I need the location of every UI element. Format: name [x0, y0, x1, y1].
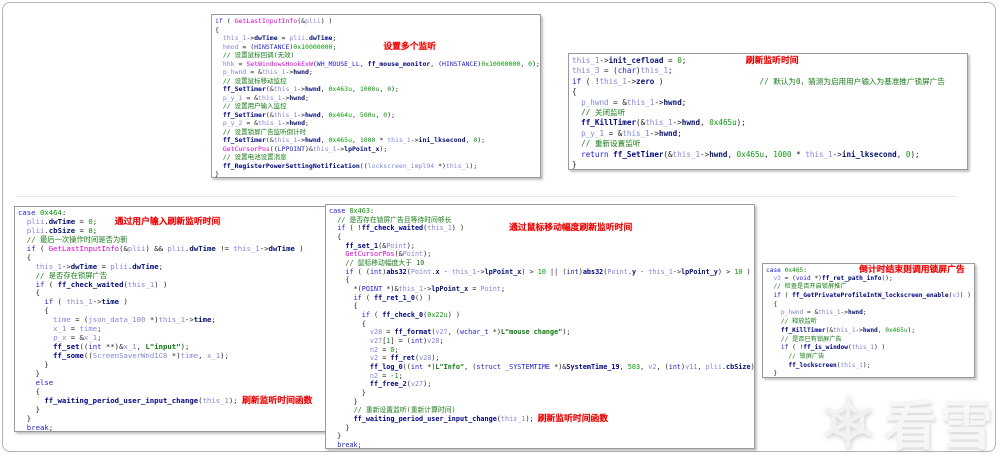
snowflake-icon: [820, 394, 876, 450]
code-box-setup-listeners: if ( GetLastInputInfo(&plii) ){ this_1->…: [211, 14, 541, 178]
stitch-seam-line: [16, 196, 956, 197]
code-box-case-0x464: case 0x464: plii.dwTime = 0; 通过用户输入刷新监听时…: [14, 206, 330, 432]
code-box-refresh-listen-time: this_1->init_cefload = 0; 刷新监听时间this_3 =…: [568, 53, 968, 170]
kanxue-watermark: 看雪: [820, 384, 996, 460]
code-box-case-0x463: case 0x463: // 是否存在锁屏广告且等待时间够长 if ( !ff_…: [325, 204, 755, 449]
code-box-case-0x465: case 0x465: 倒计时结束则调用锁屏广告 v3 = (void *)ff…: [762, 263, 975, 378]
watermark-text: 看雪: [884, 384, 996, 460]
